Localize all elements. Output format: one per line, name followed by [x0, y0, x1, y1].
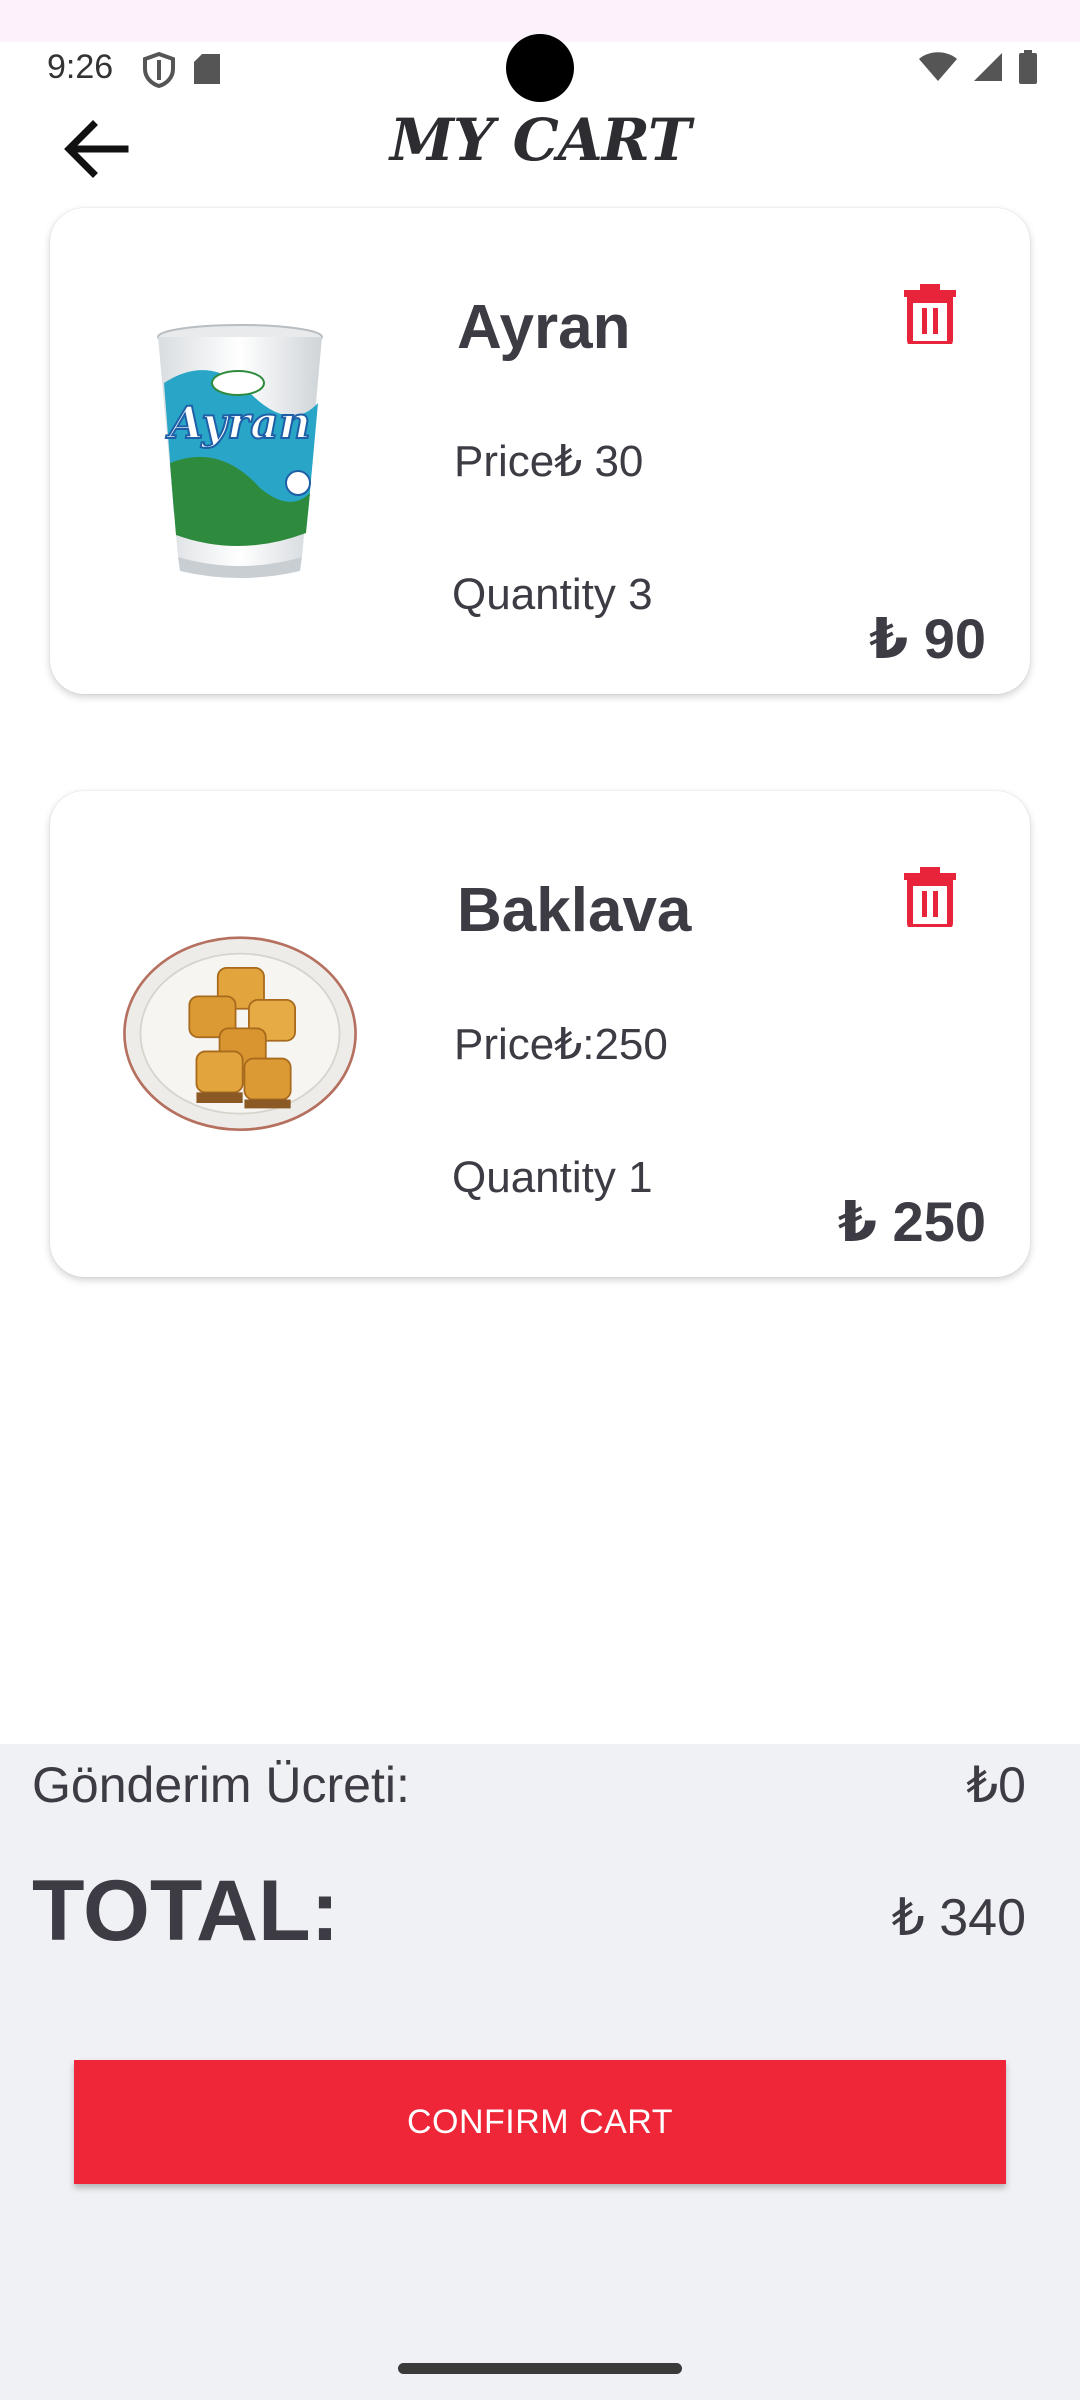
confirm-cart-button[interactable]: CONFIRM CART [74, 2060, 1006, 2184]
trash-icon [904, 867, 956, 930]
cart-item-baklava[interactable]: Baklava Price₺:250 Quantity 1 ₺ 250 [50, 791, 1030, 1277]
camera-cutout [506, 34, 574, 102]
cart-item-ayran[interactable]: Ayran Ayran Price₺ 30 Quantity 3 ₺ 90 [50, 208, 1030, 694]
item-line-total: ₺ 90 [869, 607, 986, 670]
delete-item-button[interactable] [902, 284, 958, 347]
trash-icon [904, 284, 956, 347]
baklava-plate-image [120, 891, 360, 1171]
status-right-icons [918, 50, 1038, 84]
item-name: Baklava [457, 876, 692, 945]
item-line-total: ₺ 250 [838, 1190, 986, 1253]
page-title: MY CART [389, 106, 691, 174]
status-time: 9:26 [47, 48, 114, 86]
item-price: Price₺ 30 [454, 437, 644, 486]
item-name: Ayran [457, 293, 631, 362]
shipping-fee-value: ₺0 [966, 1757, 1026, 1813]
total-label: TOTAL: [32, 1863, 340, 1959]
total-value: ₺ 340 [891, 1889, 1026, 1947]
app-header: MY CART [0, 100, 1080, 200]
shield-icon [143, 52, 175, 88]
sd-card-icon [194, 54, 220, 84]
signal-icon [974, 53, 1002, 81]
svg-text:Ayran: Ayran [165, 398, 311, 449]
item-price: Price₺:250 [454, 1020, 668, 1069]
delete-item-button[interactable] [902, 867, 958, 930]
status-left-icons [142, 52, 222, 88]
shipping-fee-label: Gönderim Ücreti: [32, 1757, 410, 1813]
item-quantity: Quantity 1 [452, 1153, 653, 1202]
summary-panel: Gönderim Ücreti: ₺0 TOTAL: ₺ 340 CONFIRM… [0, 1744, 1080, 2400]
battery-icon [1019, 50, 1037, 84]
item-quantity: Quantity 3 [452, 570, 653, 619]
wifi-icon [919, 52, 957, 81]
ayran-cup-image: Ayran [120, 308, 360, 588]
gesture-bar[interactable] [398, 2363, 682, 2374]
